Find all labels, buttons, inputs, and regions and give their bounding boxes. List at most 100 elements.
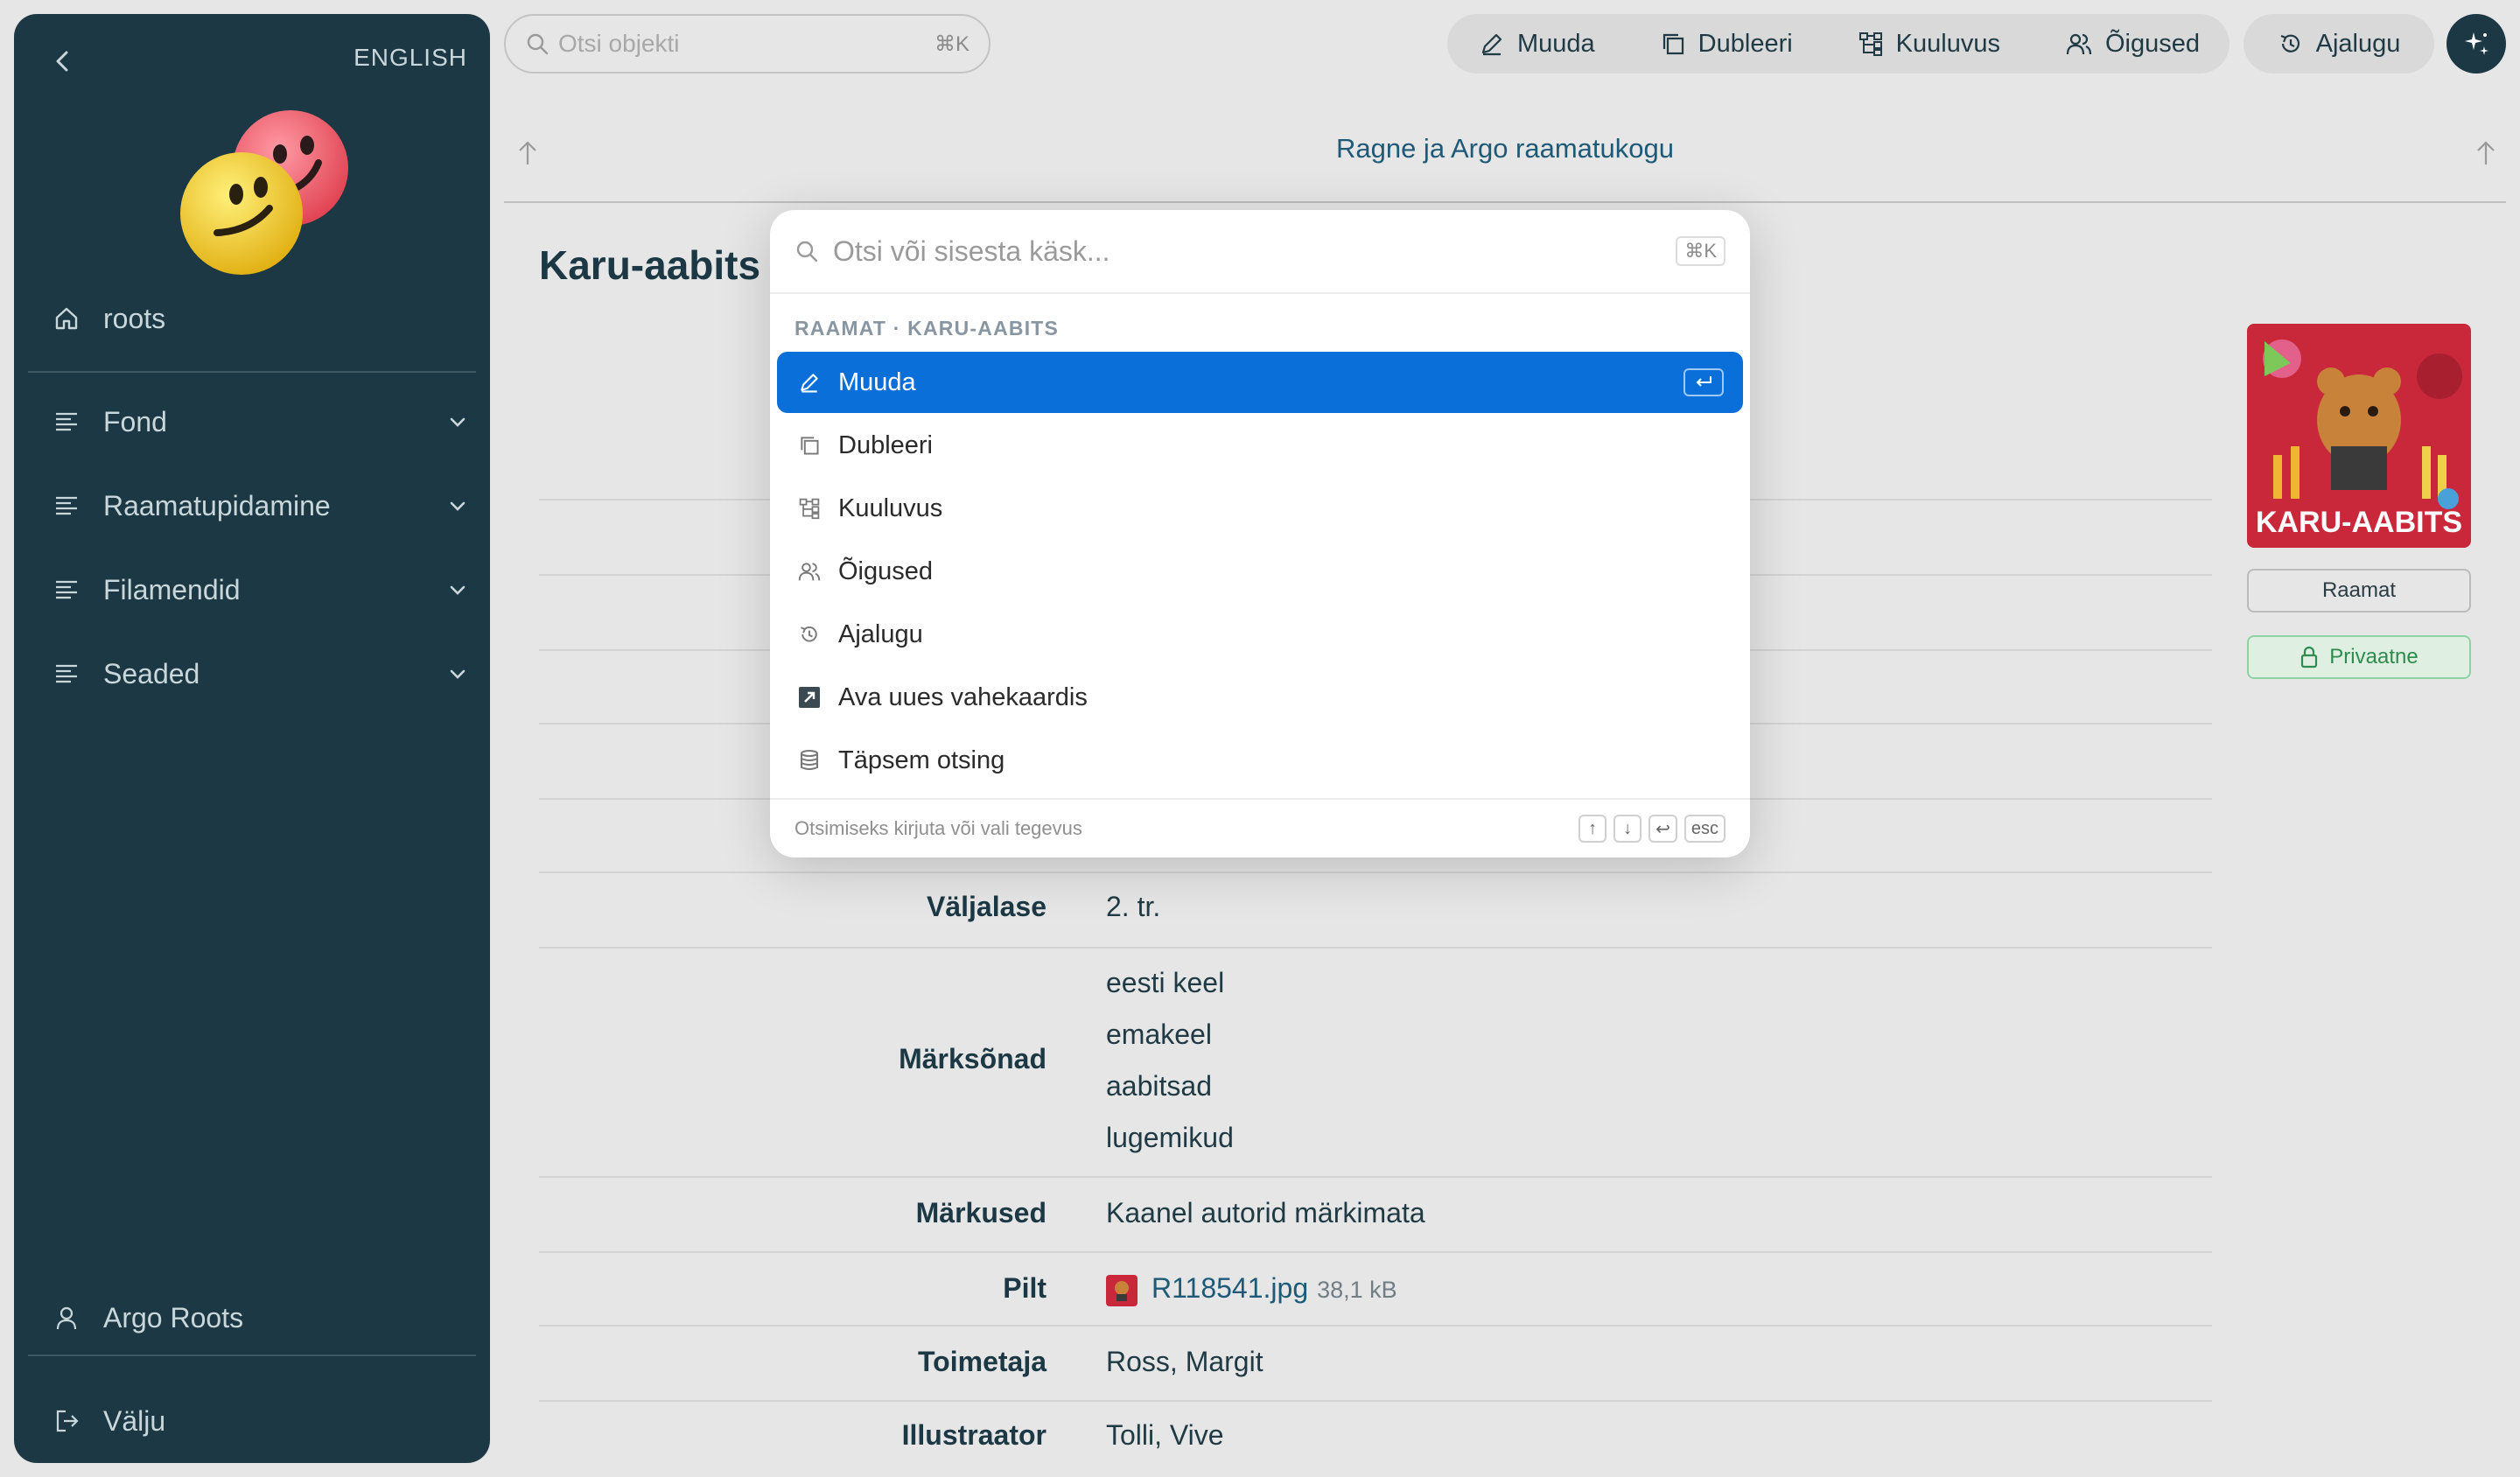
arrow-up-key: ↑ (1578, 815, 1607, 843)
chevron-down-icon (444, 409, 471, 435)
sidebar-item-label: Välju (103, 1404, 166, 1437)
keyword-list: eesti keel emakeel aabitsad lugemikud (1106, 957, 1234, 1164)
keyboard-hints: ↑ ↓ ↩ esc (1578, 815, 1726, 843)
sidebar-item-label: Fond (103, 405, 167, 438)
command-advanced-search[interactable]: Täpsem otsing (777, 730, 1743, 791)
field-label-notes: Märkused (915, 1197, 1046, 1228)
field-value-edition: 2. tr. (1106, 891, 1161, 922)
breadcrumb-link[interactable]: Ragne ja Argo raamatukogu (504, 133, 2506, 164)
command-hierarchy[interactable]: Kuuluvus (777, 478, 1743, 539)
list-icon (51, 658, 82, 690)
palette-shortcut: ⌘K (1676, 236, 1726, 266)
user-icon (51, 1302, 82, 1334)
logout-icon (51, 1405, 82, 1437)
history-icon (796, 621, 822, 648)
sidebar-item-raamatupidamine[interactable]: Raamatupidamine (51, 480, 466, 532)
field-value-editor: Ross, Margit (1106, 1346, 1264, 1377)
enter-key: ↩ (1648, 815, 1677, 843)
row-divider (539, 1325, 2212, 1326)
hierarchy-icon (796, 495, 822, 522)
external-link-icon (796, 684, 822, 710)
smiley-logo (163, 110, 364, 285)
list-icon (51, 406, 82, 438)
field-label-image: Pilt (1003, 1272, 1046, 1304)
type-badge[interactable]: Raamat (2247, 569, 2471, 612)
hierarchy-icon (1858, 32, 1882, 56)
keyword-item: emakeel (1106, 1018, 1212, 1050)
book-cover-image[interactable]: KARU-AABITS (2247, 324, 2471, 548)
sidebar-item-label: Filamendid (103, 573, 241, 606)
search-shortcut: ⌘K (934, 32, 970, 56)
pencil-icon (796, 369, 822, 396)
permissions-button[interactable]: Õigused (2065, 14, 2200, 74)
palette-hint: Otsimiseks kirjuta või vali tegevus (794, 817, 1082, 839)
chevron-down-icon (444, 577, 471, 603)
duplicate-icon (1662, 33, 1684, 55)
palette-group-label: RAAMAT · KARU-AABITS (794, 317, 1060, 340)
sidebar: ENGLISH roots Fond Raamatupidamine Filam… (14, 14, 490, 1463)
ai-assistant-button[interactable] (2446, 14, 2506, 74)
sidebar-item-filamendid[interactable]: Filamendid (51, 564, 466, 616)
object-search[interactable]: Otsi objekti ⌘K (504, 14, 990, 74)
palette-search-bar: ⌘K (770, 210, 1750, 294)
arrow-down-key: ↓ (1614, 815, 1642, 843)
command-permissions[interactable]: Õigused (777, 541, 1743, 602)
row-divider (539, 1251, 2212, 1253)
page-title: Karu-aabits (539, 242, 761, 288)
command-open-new-tab[interactable]: Ava uues vahekaardis (777, 667, 1743, 728)
image-thumbnail[interactable] (1106, 1274, 1138, 1306)
command-edit[interactable]: Muuda (777, 352, 1743, 413)
keyword-item: eesti keel (1106, 967, 1225, 998)
duplicate-button[interactable]: Dubleeri (1660, 14, 1793, 74)
sidebar-item-label: Raamatupidamine (103, 489, 331, 522)
history-button[interactable]: Ajalugu (2244, 14, 2434, 74)
hierarchy-button[interactable]: Kuuluvus (1858, 14, 2000, 74)
sidebar-item-user[interactable]: Argo Roots (51, 1292, 243, 1344)
home-icon (51, 303, 82, 334)
command-history[interactable]: Ajalugu (777, 604, 1743, 665)
advanced-search-icon (796, 747, 822, 774)
users-icon (796, 558, 822, 584)
cover-title-text: KARU-AABITS (2256, 506, 2462, 539)
keyword-item: aabitsad (1106, 1070, 1212, 1102)
list-icon (51, 574, 82, 606)
field-label-edition: Väljalase (927, 891, 1046, 922)
edit-button[interactable]: Muuda (1479, 14, 1595, 74)
sidebar-item-fond[interactable]: Fond (51, 396, 466, 448)
image-file-size: 38,1 kB (1317, 1277, 1397, 1303)
row-divider (539, 872, 2212, 873)
pencil-icon (1481, 33, 1502, 56)
sidebar-divider (28, 1354, 476, 1356)
collapse-sidebar-icon[interactable] (49, 47, 77, 75)
sidebar-item-label: Argo Roots (103, 1301, 244, 1334)
image-file-link[interactable]: R118541.jpg (1152, 1272, 1308, 1304)
parent-breadcrumb: Ragne ja Argo raamatukogu (504, 122, 2506, 203)
escape-key: esc (1684, 815, 1726, 843)
field-value-illustrator: Tolli, Vive (1106, 1419, 1224, 1451)
list-icon (51, 490, 82, 522)
field-label-keywords: Märksõnad (899, 1043, 1046, 1074)
sidebar-item-home[interactable]: roots (51, 292, 165, 345)
row-divider (539, 1400, 2212, 1402)
sidebar-item-label: Seaded (103, 657, 200, 690)
duplicate-icon (796, 432, 822, 458)
language-switch[interactable]: ENGLISH (354, 44, 467, 72)
field-label-editor: Toimetaja (918, 1346, 1046, 1377)
sparkle-icon (2465, 32, 2488, 55)
command-palette: ⌘K RAAMAT · KARU-AABITS Muuda Dubleeri K… (770, 210, 1750, 858)
search-icon (525, 32, 550, 56)
command-duplicate[interactable]: Dubleeri (777, 415, 1743, 476)
lock-icon (2301, 646, 2318, 668)
row-divider (539, 1176, 2212, 1178)
arrow-up-icon[interactable] (2473, 138, 2499, 172)
field-label-illustrator: Illustraator (901, 1419, 1046, 1451)
sidebar-item-label: roots (103, 302, 166, 334)
search-placeholder: Otsi objekti (558, 30, 680, 57)
logout-button[interactable]: Välju (51, 1395, 165, 1447)
sidebar-divider (28, 371, 476, 373)
access-badge[interactable]: Privaatne (2247, 635, 2471, 679)
command-input[interactable] (833, 234, 1603, 268)
sidebar-item-seaded[interactable]: Seaded (51, 648, 466, 700)
action-toolbar: Muuda Dubleeri Kuuluvus Õigused (1447, 14, 2230, 74)
row-divider (539, 947, 2212, 948)
